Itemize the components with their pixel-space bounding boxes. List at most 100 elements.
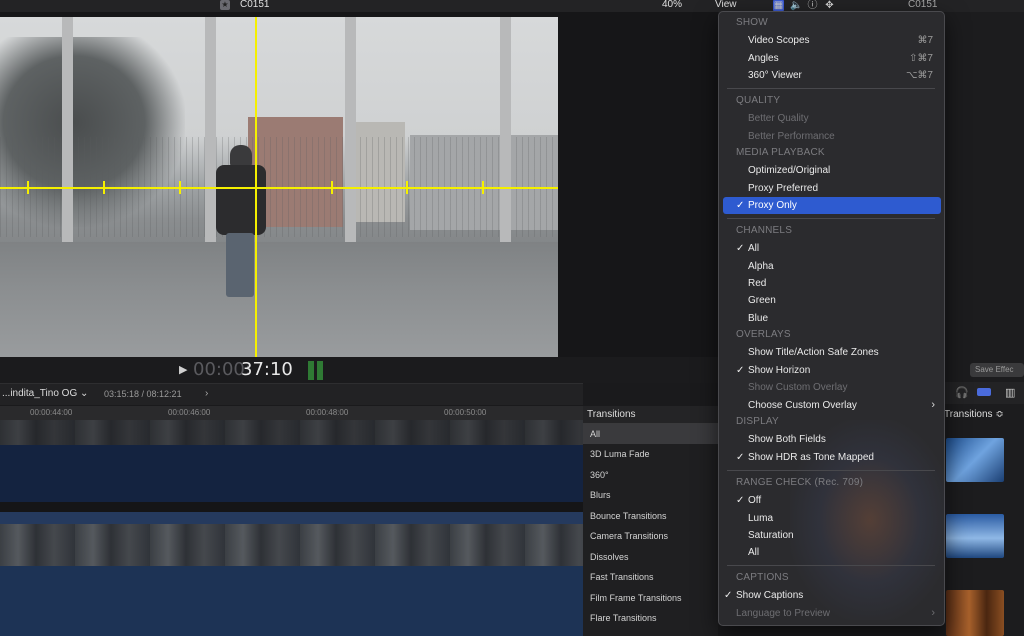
filmstrip-icon[interactable]: ▦ — [773, 0, 784, 11]
video-post — [500, 17, 511, 245]
clip-body[interactable] — [0, 445, 583, 502]
menu-item-optimized-original[interactable]: Optimized/Original — [718, 162, 945, 179]
menu-item-both-fields[interactable]: Show Both Fields — [718, 431, 945, 448]
horizon-tick — [331, 181, 333, 194]
audio-meters — [308, 361, 326, 380]
effects-browser-icon[interactable] — [977, 388, 991, 396]
horizon-tick — [406, 181, 408, 194]
clip-body[interactable] — [0, 566, 583, 636]
ruler-label: 00:00:48:00 — [306, 408, 349, 417]
timeline-ruler[interactable] — [0, 406, 583, 420]
timecode-display[interactable]: 37:10 — [241, 359, 293, 380]
menu-separator — [727, 88, 935, 89]
transition-category[interactable]: Bounce Transitions — [583, 506, 718, 526]
headphones-icon[interactable]: 🎧 — [955, 386, 969, 399]
checkmark-icon: ✓ — [736, 452, 745, 463]
transitions-browser-icon[interactable]: ▥ — [1005, 386, 1015, 399]
menu-section-overlays: OVERLAYS — [736, 329, 791, 340]
ruler-label: 00:00:44:00 — [30, 408, 73, 417]
save-effects-button[interactable]: Save Effec — [970, 363, 1024, 377]
transport-bar — [0, 357, 718, 383]
transition-category[interactable]: 3D Luma Fade — [583, 444, 718, 464]
ruler-label: 00:00:50:00 — [444, 408, 487, 417]
menu-section-captions: CAPTIONS — [736, 572, 789, 583]
transition-thumbnail[interactable] — [946, 438, 1004, 482]
track-gap — [0, 502, 583, 512]
menu-item-safe-zones[interactable]: Show Title/Action Safe Zones — [718, 344, 945, 361]
checkmark-icon: ✓ — [724, 590, 733, 601]
video-post — [345, 17, 356, 261]
transition-category[interactable]: Film Frame Transitions — [583, 588, 718, 608]
menu-section-quality: QUALITY — [736, 95, 781, 106]
clip-filmstrip[interactable] — [0, 420, 583, 445]
transition-category[interactable]: Blurs — [583, 485, 718, 505]
transition-category[interactable]: Fast Transitions — [583, 567, 718, 587]
checkmark-icon: ✓ — [736, 495, 745, 506]
menu-item-green[interactable]: Green — [718, 292, 945, 309]
transition-category[interactable]: Flare Transitions — [583, 608, 718, 628]
menu-item-video-scopes[interactable]: Video Scopes ⌘7 — [718, 32, 945, 49]
transition-thumbnail[interactable] — [946, 590, 1004, 636]
horizon-tick — [482, 181, 484, 194]
menu-separator — [727, 218, 935, 219]
menu-item-alpha[interactable]: Alpha — [718, 258, 945, 275]
transition-category[interactable]: 360° — [583, 465, 718, 485]
menu-item-better-performance[interactable]: Better Performance — [718, 128, 945, 145]
menu-item-range-all[interactable]: All — [718, 544, 945, 561]
forward-icon[interactable]: › — [205, 388, 208, 399]
clip-filmstrip[interactable] — [0, 524, 583, 566]
menu-item-blue[interactable]: Blue — [718, 310, 945, 327]
menu-item-proxy-preferred[interactable]: Proxy Preferred — [718, 180, 945, 197]
menu-item-show-captions[interactable]: ✓ Show Captions — [718, 587, 945, 604]
menu-item-better-quality[interactable]: Better Quality — [718, 110, 945, 127]
submenu-arrow-icon: › — [931, 399, 935, 411]
viewer-clip-title: C0151 — [240, 0, 270, 10]
video-person — [212, 145, 270, 305]
browser-toolbar: 🎧 ▥ — [945, 382, 1024, 404]
transitions-browser-header: Transitions — [583, 406, 718, 424]
submenu-arrow-icon: › — [931, 607, 935, 619]
menu-separator — [727, 565, 935, 566]
menu-item-channel-all[interactable]: ✓ All — [718, 240, 945, 257]
project-name[interactable]: ...indita_Tino OG ⌄ — [2, 388, 88, 399]
ruler-label: 00:00:46:00 — [168, 408, 211, 417]
menu-item-red[interactable]: Red — [718, 275, 945, 292]
menu-section-display: DISPLAY — [736, 416, 779, 427]
checkmark-icon: ✓ — [736, 365, 745, 376]
viewer-icons: ▦ 🔈 ⓘ ✥ — [773, 0, 835, 11]
horizon-guide — [0, 187, 558, 189]
clip-badge-icon: ★ — [220, 0, 230, 10]
menu-item-proxy-only[interactable]: ✓ Proxy Only — [723, 197, 941, 214]
transition-thumbnail[interactable] — [946, 514, 1004, 558]
menu-section-show: SHOW — [736, 17, 768, 28]
project-duration: 03:15:18 / 08:12:21 — [104, 389, 182, 399]
menu-section-channels: CHANNELS — [736, 225, 793, 236]
menu-section-media-playback: MEDIA PLAYBACK — [736, 147, 825, 158]
move-icon[interactable]: ✥ — [824, 0, 835, 11]
zoom-level-popup[interactable]: 40% — [662, 0, 682, 10]
horizon-tick — [27, 181, 29, 194]
menu-item-show-horizon[interactable]: ✓ Show Horizon — [718, 362, 945, 379]
transition-category[interactable]: Dissolves — [583, 547, 718, 567]
menu-item-luma[interactable]: Luma — [718, 510, 945, 527]
menu-item-range-off[interactable]: ✓ Off — [718, 492, 945, 509]
video-post — [62, 17, 73, 249]
menu-item-hdr-tone-mapped[interactable]: ✓ Show HDR as Tone Mapped — [718, 449, 945, 466]
clip-header[interactable] — [0, 512, 583, 524]
transitions-popup[interactable]: Transitions ≎ — [944, 409, 1004, 420]
menu-item-choose-custom-overlay[interactable]: Choose Custom Overlay › — [718, 397, 945, 414]
speaker-icon[interactable]: 🔈 — [790, 0, 802, 11]
menu-item-show-custom-overlay[interactable]: Show Custom Overlay — [718, 379, 945, 396]
view-menu-button[interactable]: View — [715, 0, 737, 10]
transition-category[interactable]: Camera Transitions — [583, 526, 718, 546]
menu-separator — [727, 470, 935, 471]
info-icon[interactable]: ⓘ — [807, 0, 818, 11]
transition-category[interactable]: All — [583, 424, 718, 444]
menu-item-360-viewer[interactable]: 360° Viewer ⌥⌘7 — [718, 67, 945, 84]
checkmark-icon: ✓ — [736, 200, 745, 211]
horizon-tick — [103, 181, 105, 194]
menu-item-language-preview[interactable]: Language to Preview › — [718, 605, 945, 622]
menu-item-saturation[interactable]: Saturation — [718, 527, 945, 544]
play-icon[interactable]: ▶ — [179, 363, 187, 376]
menu-item-angles[interactable]: Angles ⇧⌘7 — [718, 50, 945, 67]
